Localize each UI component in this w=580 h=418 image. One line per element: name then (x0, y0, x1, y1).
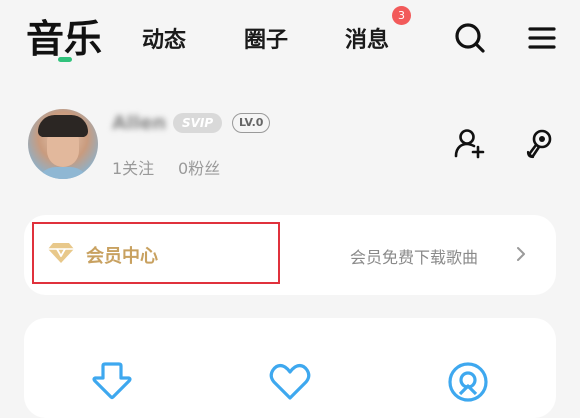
vip-center-title[interactable]: 会员中心 (86, 242, 158, 268)
diamond-icon (48, 242, 74, 264)
tab-feed[interactable]: 动态 (142, 22, 186, 54)
avatar-shirt (36, 167, 90, 179)
active-tab-indicator (58, 57, 72, 62)
avatar[interactable] (28, 109, 98, 179)
singer-mic-icon[interactable] (524, 126, 558, 160)
tab-messages[interactable]: 消息 (345, 22, 389, 54)
profile-section: Allen SVIP LV.0 1关注 0粉丝 (0, 100, 580, 200)
menu-icon[interactable] (524, 20, 560, 56)
chevron-right-icon[interactable] (514, 245, 528, 263)
radio-icon[interactable] (446, 360, 490, 404)
tab-music[interactable]: 音乐 (26, 8, 102, 63)
tab-circles[interactable]: 圈子 (244, 22, 288, 54)
messages-badge: 3 (392, 6, 411, 25)
vip-description[interactable]: 会员免费下载歌曲 (350, 244, 478, 268)
fans-count[interactable]: 0粉丝 (178, 155, 220, 179)
level-badge[interactable]: LV.0 (232, 113, 271, 133)
add-user-icon[interactable] (452, 126, 486, 160)
avatar-hair (38, 115, 88, 137)
search-icon[interactable] (452, 20, 488, 56)
following-count[interactable]: 1关注 (112, 155, 154, 179)
top-nav: 音乐 动态 圈子 消息 3 (0, 0, 580, 80)
heart-icon[interactable] (268, 360, 312, 404)
download-icon[interactable] (90, 360, 134, 404)
username[interactable]: Allen (112, 112, 166, 134)
svip-badge[interactable]: SVIP (173, 113, 223, 133)
